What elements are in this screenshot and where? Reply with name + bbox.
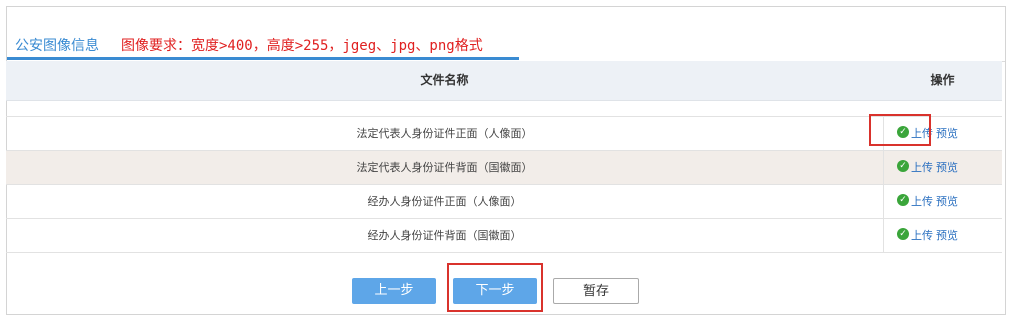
file-name-cell: 经办人身份证件正面（人像面） xyxy=(367,195,522,208)
check-circle-icon: ✓ xyxy=(897,160,909,172)
column-header-action: 操作 xyxy=(930,73,955,87)
file-table: 法定代表人身份证件正面（人像面） ✓ 上传 预览 法定代表人身份证件背面（国徽面… xyxy=(6,116,1002,253)
save-draft-button[interactable]: 暂存 xyxy=(553,278,639,304)
upload-link[interactable]: 上传 xyxy=(911,151,933,185)
table-row: 经办人身份证件背面（国徽面） ✓ 上传 预览 xyxy=(6,218,1002,253)
preview-link[interactable]: 预览 xyxy=(936,185,958,219)
preview-link[interactable]: 预览 xyxy=(936,117,958,151)
previous-step-button[interactable]: 上一步 xyxy=(352,278,436,304)
column-header-file-name: 文件名称 xyxy=(420,73,469,87)
action-cell: ✓ 上传 预览 xyxy=(883,219,1002,253)
table-header: 文件名称 操作 xyxy=(6,61,1002,101)
next-step-highlight-box xyxy=(447,263,543,312)
image-requirement-note: 图像要求：宽度>400，高度>255，jgeg、jpg、png格式 xyxy=(121,38,483,54)
upload-link[interactable]: 上传 xyxy=(911,219,933,253)
upload-highlight-box xyxy=(869,114,931,146)
preview-link[interactable]: 预览 xyxy=(936,151,958,185)
tab-public-security-image[interactable]: 公安图像信息 xyxy=(15,35,99,55)
file-name-cell: 法定代表人身份证件正面（人像面） xyxy=(356,127,533,140)
check-circle-icon: ✓ xyxy=(897,194,909,206)
active-tab-underline xyxy=(7,57,519,60)
table-row: 经办人身份证件正面（人像面） ✓ 上传 预览 xyxy=(6,184,1002,219)
file-name-cell: 经办人身份证件背面（国徽面） xyxy=(367,229,522,242)
check-circle-icon: ✓ xyxy=(897,228,909,240)
action-cell: ✓ 上传 预览 xyxy=(883,151,1002,185)
table-row: 法定代表人身份证件背面（国徽面） ✓ 上传 预览 xyxy=(6,150,1002,185)
preview-link[interactable]: 预览 xyxy=(936,219,958,253)
action-cell: ✓ 上传 预览 xyxy=(883,185,1002,219)
file-name-cell: 法定代表人身份证件背面（国徽面） xyxy=(356,161,533,174)
tab-bar: 公安图像信息 图像要求：宽度>400，高度>255，jgeg、jpg、png格式 xyxy=(7,7,1005,62)
upload-link[interactable]: 上传 xyxy=(911,185,933,219)
table-row: 法定代表人身份证件正面（人像面） ✓ 上传 预览 xyxy=(6,116,1002,151)
